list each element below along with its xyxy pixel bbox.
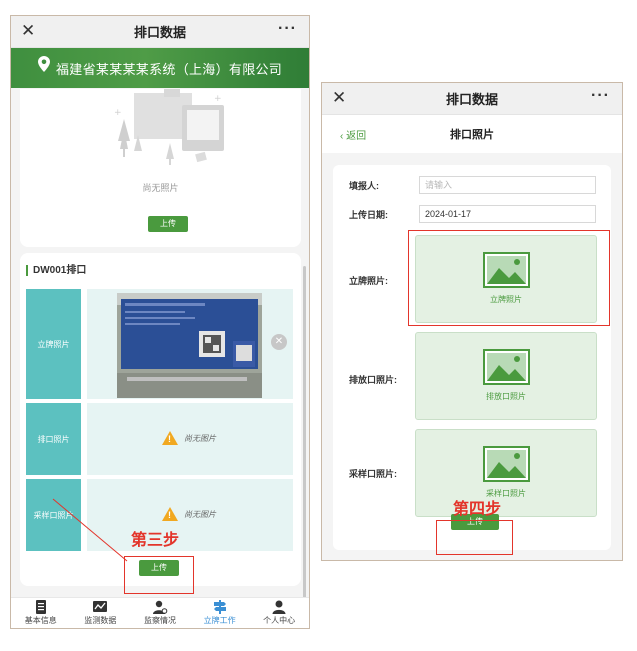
- left-phone-screen: ✕ 排口数据 ··· 福建省某某某某系统（上海）有限公司 + + 尚无照片 上传…: [10, 15, 310, 629]
- tab-profile[interactable]: 个人中心: [250, 598, 308, 628]
- outlet-photo-cell[interactable]: 尚无图片: [87, 403, 293, 475]
- image-placeholder-icon: [483, 349, 530, 385]
- outlet-photo-upload[interactable]: 排放口照片: [415, 332, 597, 420]
- bottom-tabbar: 基本信息 监测数据 监察情况 立牌工作 个人中心: [11, 597, 309, 628]
- sampling-photo-caption: 采样口照片: [486, 489, 526, 498]
- reporter-input[interactable]: 请输入: [419, 176, 596, 194]
- nav-bar: ✕ 排口数据 ···: [322, 83, 622, 115]
- empty-photo-illustration-icon: + +: [114, 89, 224, 165]
- upload-highlight-box: [124, 556, 194, 594]
- tab-label: 个人中心: [263, 616, 296, 625]
- sign-photo-cell[interactable]: ✕: [87, 289, 293, 399]
- sign-photo-image[interactable]: [117, 293, 262, 398]
- photo-card-top: + + 尚无照片 上传: [20, 89, 301, 247]
- no-image-indicator: 尚无图片: [162, 507, 216, 521]
- upload-highlight-box: [436, 520, 513, 555]
- tab-basic-info[interactable]: 基本信息: [12, 598, 70, 628]
- image-placeholder-icon: [483, 446, 530, 482]
- annotation-arrow-line: [52, 498, 128, 562]
- upload-button-top[interactable]: 上传: [148, 216, 188, 232]
- right-phone-screen: ✕ 排口数据 ··· ‹ 返回 排口照片 填报人: 请输入 上传日期: 2024…: [321, 82, 623, 561]
- svg-text:+: +: [214, 94, 222, 104]
- sub-header: ‹ 返回 排口照片: [322, 115, 622, 153]
- no-image-indicator: 尚无图片: [162, 431, 216, 445]
- person-search-icon: [152, 600, 168, 614]
- scrollbar[interactable]: [303, 266, 306, 606]
- tab-label: 基本信息: [24, 616, 57, 625]
- warning-icon: [162, 507, 178, 521]
- location-pin-icon: [38, 56, 50, 72]
- svg-text:+: +: [114, 108, 122, 118]
- company-banner: 福建省某某某某系统（上海）有限公司: [11, 48, 309, 88]
- row-label-outlet-photo: 排口照片: [26, 403, 81, 475]
- tab-label: 立牌工作: [203, 616, 236, 625]
- tab-label: 监察情况: [143, 616, 176, 625]
- warning-icon: [162, 431, 178, 445]
- close-icon[interactable]: ✕: [332, 88, 346, 108]
- sub-title: 排口照片: [450, 129, 494, 141]
- scroll-content[interactable]: + + 尚无照片 上传 DW001排口 立牌照片 ✕ 排口照片 ! 尚无图片 采…: [11, 89, 309, 599]
- document-icon: [35, 600, 46, 614]
- company-name: 福建省某某某某系统（上海）有限公司: [56, 61, 283, 77]
- tab-inspection[interactable]: 监察情况: [131, 598, 189, 628]
- date-label: 上传日期:: [349, 210, 388, 220]
- date-input[interactable]: 2024-01-17: [419, 205, 596, 223]
- outlet-photo-caption: 排放口照片: [486, 392, 526, 401]
- remove-photo-button[interactable]: ✕: [271, 334, 287, 350]
- page-title: 排口数据: [445, 92, 498, 107]
- sign-photo-label: 立牌照片:: [349, 276, 388, 286]
- sign-photo-highlight-box: [408, 230, 610, 326]
- no-image-text: 尚无图片: [184, 509, 216, 519]
- step-three-annotation: 第三步: [131, 532, 180, 549]
- tab-sign-work[interactable]: 立牌工作: [191, 598, 249, 628]
- outlet-title: DW001排口: [26, 265, 86, 276]
- close-icon[interactable]: ✕: [21, 21, 35, 41]
- tab-label: 监测数据: [84, 616, 117, 625]
- photo-form: 填报人: 请输入 上传日期: 2024-01-17 立牌照片: 立牌照片 排放口…: [333, 165, 611, 550]
- signpost-icon: [213, 600, 226, 614]
- outlet-photo-label: 排放口照片:: [349, 375, 397, 385]
- chart-icon: [93, 601, 108, 612]
- row-label-sign-photo: 立牌照片: [26, 289, 81, 399]
- nav-bar: ✕ 排口数据 ···: [11, 16, 309, 48]
- user-icon: [272, 600, 286, 614]
- more-icon[interactable]: ···: [278, 20, 297, 38]
- step-four-annotation: 第四步: [453, 501, 502, 518]
- more-icon[interactable]: ···: [591, 87, 610, 105]
- empty-photo-text: 尚无照片: [142, 183, 179, 193]
- page-title: 排口数据: [133, 25, 186, 40]
- reporter-label: 填报人:: [349, 181, 379, 191]
- tab-monitoring-data[interactable]: 监测数据: [71, 598, 129, 628]
- sampling-photo-label: 采样口照片:: [349, 469, 397, 479]
- no-image-text: 尚无图片: [184, 433, 216, 443]
- back-button[interactable]: ‹ 返回: [340, 127, 366, 142]
- sampling-photo-upload[interactable]: 采样口照片: [415, 429, 597, 517]
